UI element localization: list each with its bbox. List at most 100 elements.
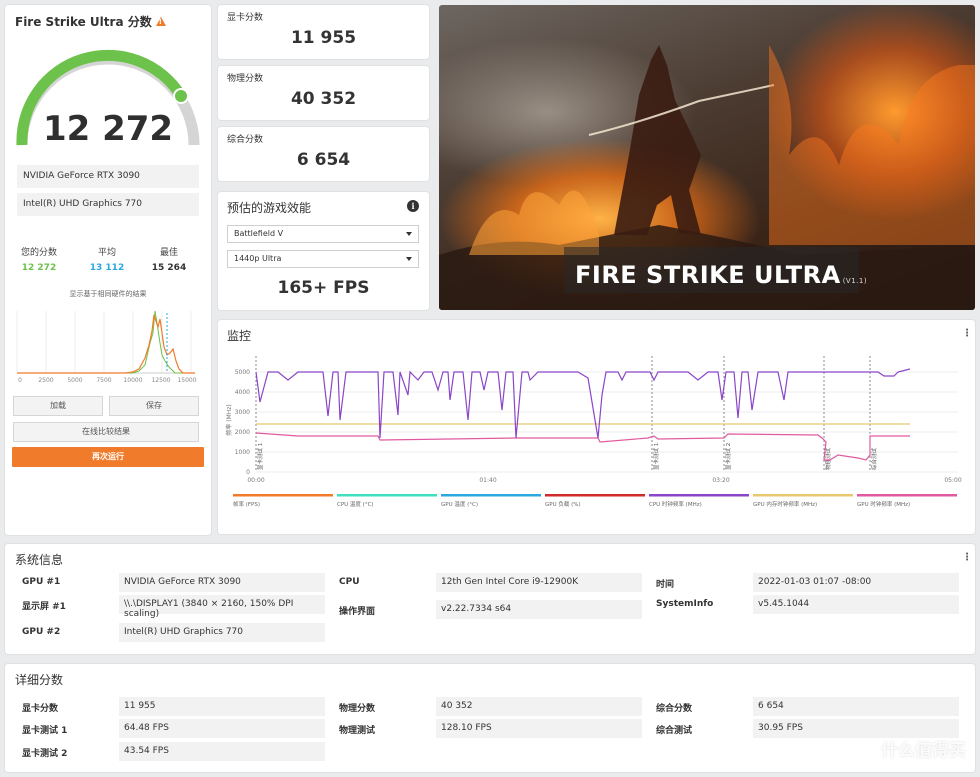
hero-version: (V1.1) xyxy=(842,277,868,285)
detail-value: 64.48 FPS xyxy=(119,719,325,738)
system-info-card: 系统信息 ⋮ GPU #1 NVIDIA GeForce RTX 3090 显示… xyxy=(5,544,975,654)
monitor-legend xyxy=(233,494,957,497)
marker-label: 显卡测试 1 xyxy=(256,443,264,470)
legend-swatch xyxy=(441,494,541,497)
estimated-fps: 165+ FPS xyxy=(277,278,370,298)
warning-icon[interactable] xyxy=(155,17,166,26)
cpu-clock-line xyxy=(255,368,911,439)
sysinfo-value: 12th Gen Intel Core i9-12900K xyxy=(436,573,642,592)
your-score-block: 您的分数 12 272 xyxy=(9,245,69,273)
sysinfo-label: SystemInfo xyxy=(656,599,714,609)
benchmark-hero-image: FIRE STRIKE ULTRA (V1.1) xyxy=(439,5,975,310)
load-button[interactable]: 加载 xyxy=(13,396,103,416)
detail-value: 43.54 FPS xyxy=(119,742,325,761)
avg-score-label: 平均 xyxy=(97,248,116,258)
legend-swatch xyxy=(233,494,333,497)
legend-label: CPU 时钟频率 (MHz) xyxy=(649,500,702,508)
system-info-title: 系统信息 xyxy=(15,553,64,567)
physics-score-value: 40 352 xyxy=(290,89,357,109)
hero-flame xyxy=(469,190,599,255)
legend-label: GPU 内存时钟频率 (MHz) xyxy=(753,500,817,508)
monitor-y-tick: 5000 xyxy=(235,369,250,376)
score-histogram: 0 2500 5000 7500 10000 12500 15000 xyxy=(16,310,197,384)
sysinfo-label: 时间 xyxy=(656,580,675,590)
detail-value: 40 352 xyxy=(436,697,642,716)
monitor-x-tick: 01:40 xyxy=(479,477,496,484)
histogram-series-green xyxy=(17,310,195,374)
legend-label: GPU 时钟频率 (MHz) xyxy=(857,500,910,508)
detail-label: 综合分数 xyxy=(656,704,693,714)
combined-score-card: 综合分数 6 654 xyxy=(218,127,429,181)
hist-tick: 2500 xyxy=(38,377,53,384)
avg-score-value: 13 112 xyxy=(89,263,125,273)
sysinfo-value: 2022-01-03 01:07 -08:00 xyxy=(753,573,959,592)
histogram-grid xyxy=(16,311,192,373)
physics-score-label: 物理分数 xyxy=(227,74,264,84)
preset-select-value: 1440p Ultra xyxy=(234,254,282,263)
caret-down-icon xyxy=(406,257,412,261)
graphics-score-card: 显卡分数 11 955 xyxy=(218,5,429,59)
sysinfo-value: NVIDIA GeForce RTX 3090 xyxy=(119,573,325,592)
monitor-y-tick: 2000 xyxy=(235,429,250,436)
graphics-score-label: 显卡分数 xyxy=(227,13,264,23)
detail-value: 11 955 xyxy=(119,697,325,716)
gpu2-name: Intel(R) UHD Graphics 770 xyxy=(17,193,199,216)
legend-swatch xyxy=(337,494,437,497)
marker-label: 综合测试 xyxy=(870,447,878,470)
detail-label: 综合测试 xyxy=(656,726,693,736)
run-again-button[interactable]: 再次运行 xyxy=(12,447,204,467)
sysinfo-label: GPU #1 xyxy=(22,577,61,587)
preset-select[interactable]: 1440p Ultra xyxy=(227,250,419,268)
detailed-scores-title: 详细分数 xyxy=(15,673,64,687)
monitor-x-tick: 00:00 xyxy=(247,477,264,484)
compare-online-button[interactable]: 在线比较结果 xyxy=(13,422,199,442)
monitor-y-tick: 4000 xyxy=(235,389,250,396)
sysinfo-label: 操作界面 xyxy=(339,607,376,617)
game-select[interactable]: Battlefield V xyxy=(227,225,419,243)
hist-tick: 10000 xyxy=(123,377,142,384)
hist-tick: 15000 xyxy=(177,377,196,384)
legend-label: GPU 负载 (%) xyxy=(545,500,581,508)
gauge-knob xyxy=(173,88,189,104)
total-score: 12 272 xyxy=(42,109,174,149)
monitor-y-tick: 0 xyxy=(246,469,250,476)
best-score-label: 最佳 xyxy=(159,248,178,258)
histogram-series-orange xyxy=(17,314,195,374)
monitor-x-tick: 03:20 xyxy=(712,477,729,484)
monitor-y-tick: 3000 xyxy=(235,409,250,416)
marker-label: 显卡测试 1 xyxy=(652,443,660,470)
hero-creature xyxy=(614,45,701,235)
monitor-y-tick: 1000 xyxy=(235,449,250,456)
detail-value: 6 654 xyxy=(753,697,959,716)
gpu-clock-line xyxy=(255,432,910,461)
game-performance-title: 预估的游戏效能 xyxy=(227,201,312,215)
hist-tick: 7500 xyxy=(96,377,111,384)
hist-tick: 12500 xyxy=(151,377,170,384)
sysinfo-label: CPU xyxy=(339,577,360,587)
legend-swatch xyxy=(649,494,749,497)
avg-score-block: 平均 13 112 xyxy=(77,245,137,273)
sysinfo-label: GPU #2 xyxy=(22,627,61,637)
hero-title-text: FIRE STRIKE ULTRA xyxy=(575,261,841,289)
save-button[interactable]: 保存 xyxy=(109,396,199,416)
detail-label: 物理测试 xyxy=(339,726,376,736)
detailed-scores-card: 详细分数 显卡分数 11 955 显卡测试 1 64.48 FPS 显卡测试 2… xyxy=(5,664,975,772)
your-score-value: 12 272 xyxy=(21,263,57,273)
graphics-score-value: 11 955 xyxy=(290,28,357,48)
sysinfo-value: v2.22.7334 s64 xyxy=(436,600,642,619)
caret-down-icon xyxy=(406,232,412,236)
more-options-icon[interactable]: ⋮ xyxy=(962,552,972,563)
hist-tick: 5000 xyxy=(67,377,82,384)
sysinfo-value: Intel(R) UHD Graphics 770 xyxy=(119,623,325,642)
best-score-block: 最佳 15 264 xyxy=(139,245,199,273)
game-select-value: Battlefield V xyxy=(234,229,284,238)
detail-label: 显卡测试 2 xyxy=(22,749,68,759)
info-icon[interactable]: i xyxy=(407,200,419,212)
combined-score-value: 6 654 xyxy=(296,150,351,170)
hist-tick: 0 xyxy=(18,377,22,384)
detail-label: 显卡测试 1 xyxy=(22,726,68,736)
legend-swatch xyxy=(857,494,957,497)
legend-label: CPU 温度 (°C) xyxy=(337,500,374,508)
combined-score-label: 综合分数 xyxy=(227,135,264,145)
score-title-row: Fire Strike Ultra 分数 xyxy=(15,13,166,30)
